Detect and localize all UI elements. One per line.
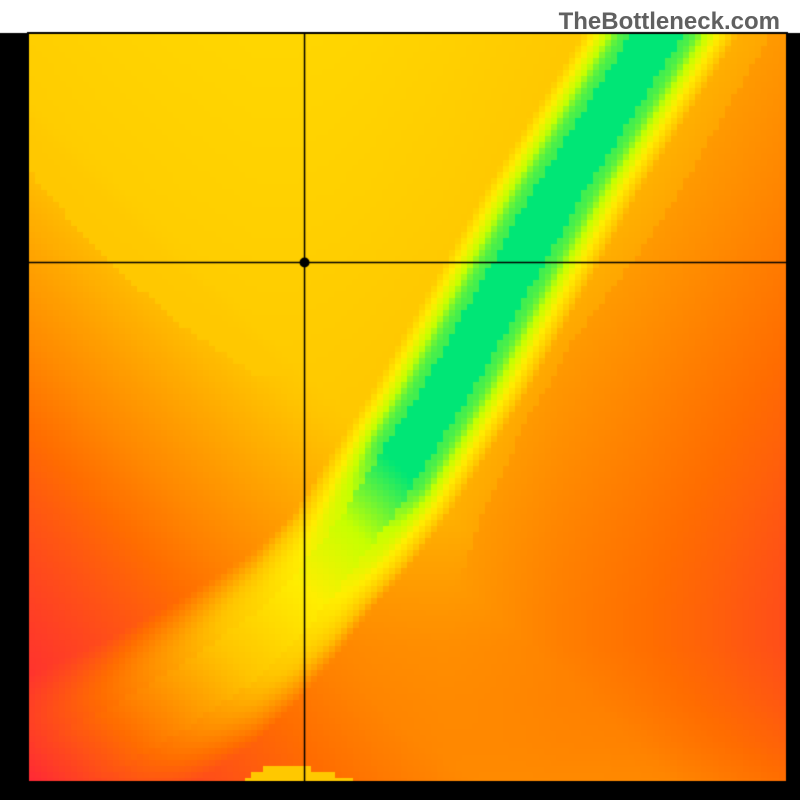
- chart-container: TheBottleneck.com: [0, 0, 800, 800]
- bottleneck-heatmap: [0, 0, 800, 800]
- watermark-text: TheBottleneck.com: [559, 8, 780, 36]
